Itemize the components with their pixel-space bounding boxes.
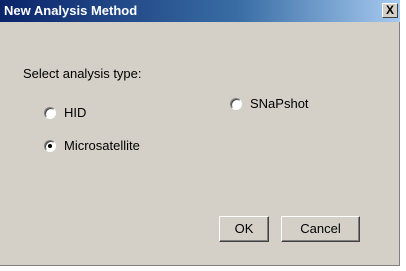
close-icon: X bbox=[385, 3, 394, 17]
radio-checked-icon[interactable] bbox=[44, 139, 56, 152]
close-button[interactable]: X bbox=[382, 3, 398, 18]
new-analysis-method-dialog: New Analysis Method X Select analysis ty… bbox=[0, 0, 400, 266]
radio-microsatellite-label[interactable]: Microsatellite bbox=[64, 138, 140, 153]
radio-microsatellite[interactable]: Microsatellite bbox=[44, 138, 140, 153]
radio-hid-label[interactable]: HID bbox=[64, 105, 86, 120]
cancel-button[interactable]: Cancel bbox=[281, 216, 360, 242]
radio-snapshot-label[interactable]: SNaPshot bbox=[250, 96, 309, 111]
radio-hid[interactable]: HID bbox=[44, 105, 86, 120]
radio-unchecked-icon[interactable] bbox=[230, 97, 242, 110]
window-title: New Analysis Method bbox=[4, 3, 138, 18]
ok-button[interactable]: OK bbox=[219, 216, 269, 242]
title-bar[interactable]: New Analysis Method X bbox=[0, 0, 400, 22]
radio-snapshot[interactable]: SNaPshot bbox=[230, 96, 309, 111]
radio-unchecked-icon[interactable] bbox=[44, 106, 56, 119]
analysis-type-prompt: Select analysis type: bbox=[23, 66, 142, 81]
